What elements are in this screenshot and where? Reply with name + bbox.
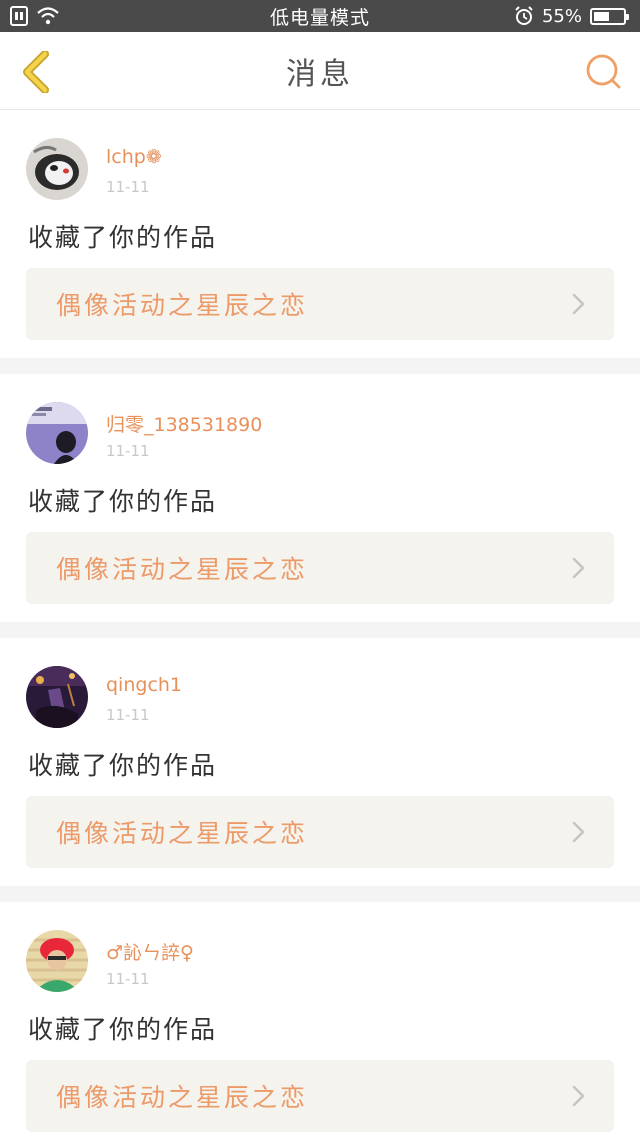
message-card: ♂訫ㄣ誶♀ 11-11 收藏了你的作品 偶像活动之星辰之恋 [0, 902, 640, 1138]
work-title: 偶像活动之星辰之恋 [56, 291, 309, 320]
chevron-right-icon [572, 557, 585, 579]
work-link[interactable]: 偶像活动之星辰之恋 [26, 268, 614, 340]
message-card: lchp❁ 11-11 收藏了你的作品 偶像活动之星辰之恋 [0, 110, 640, 358]
status-right: 55% [514, 6, 630, 27]
user-avatar[interactable] [26, 402, 88, 464]
action-text: 收藏了你的作品 [28, 751, 218, 780]
search-button[interactable] [582, 50, 626, 94]
chevron-right-icon [572, 821, 585, 843]
username[interactable]: lchp❁ [106, 146, 162, 168]
work-title: 偶像活动之星辰之恋 [56, 555, 309, 584]
page-title: 消息 [286, 56, 354, 92]
chevron-right-icon [572, 293, 585, 315]
message-date: 11-11 [106, 970, 150, 988]
back-button[interactable] [14, 50, 58, 94]
status-left [10, 6, 60, 26]
work-link[interactable]: 偶像活动之星辰之恋 [26, 532, 614, 604]
message-card: qingch1 11-11 收藏了你的作品 偶像活动之星辰之恋 [0, 638, 640, 886]
work-link[interactable]: 偶像活动之星辰之恋 [26, 796, 614, 868]
work-link[interactable]: 偶像活动之星辰之恋 [26, 1060, 614, 1132]
message-date: 11-11 [106, 442, 150, 460]
username[interactable]: ♂訫ㄣ誶♀ [106, 938, 194, 965]
user-avatar[interactable] [26, 138, 88, 200]
battery-percent: 55% [541, 5, 582, 27]
message-list: lchp❁ 11-11 收藏了你的作品 偶像活动之星辰之恋 归零_1385318… [0, 110, 640, 1138]
user-avatar[interactable] [26, 930, 88, 992]
message-date: 11-11 [106, 178, 150, 196]
status-bar: 低电量模式 55% [0, 0, 640, 32]
action-text: 收藏了你的作品 [28, 223, 218, 252]
work-title: 偶像活动之星辰之恋 [56, 1083, 309, 1112]
battery-icon [590, 7, 629, 25]
username[interactable]: 归零_138531890 [106, 410, 262, 437]
action-text: 收藏了你的作品 [28, 1015, 218, 1044]
wifi-icon [36, 6, 60, 26]
alarm-icon [514, 6, 534, 26]
work-title: 偶像活动之星辰之恋 [56, 819, 309, 848]
message-date: 11-11 [106, 706, 150, 724]
username[interactable]: qingch1 [106, 674, 182, 696]
search-icon [586, 54, 621, 89]
back-chevron-icon [23, 51, 49, 93]
battery-level-fill [594, 11, 609, 21]
sim-icon [10, 6, 28, 26]
chevron-right-icon [572, 1085, 585, 1107]
action-text: 收藏了你的作品 [28, 487, 218, 516]
user-avatar[interactable] [26, 666, 88, 728]
header: 消息 [0, 32, 640, 110]
message-card: 归零_138531890 11-11 收藏了你的作品 偶像活动之星辰之恋 [0, 374, 640, 622]
